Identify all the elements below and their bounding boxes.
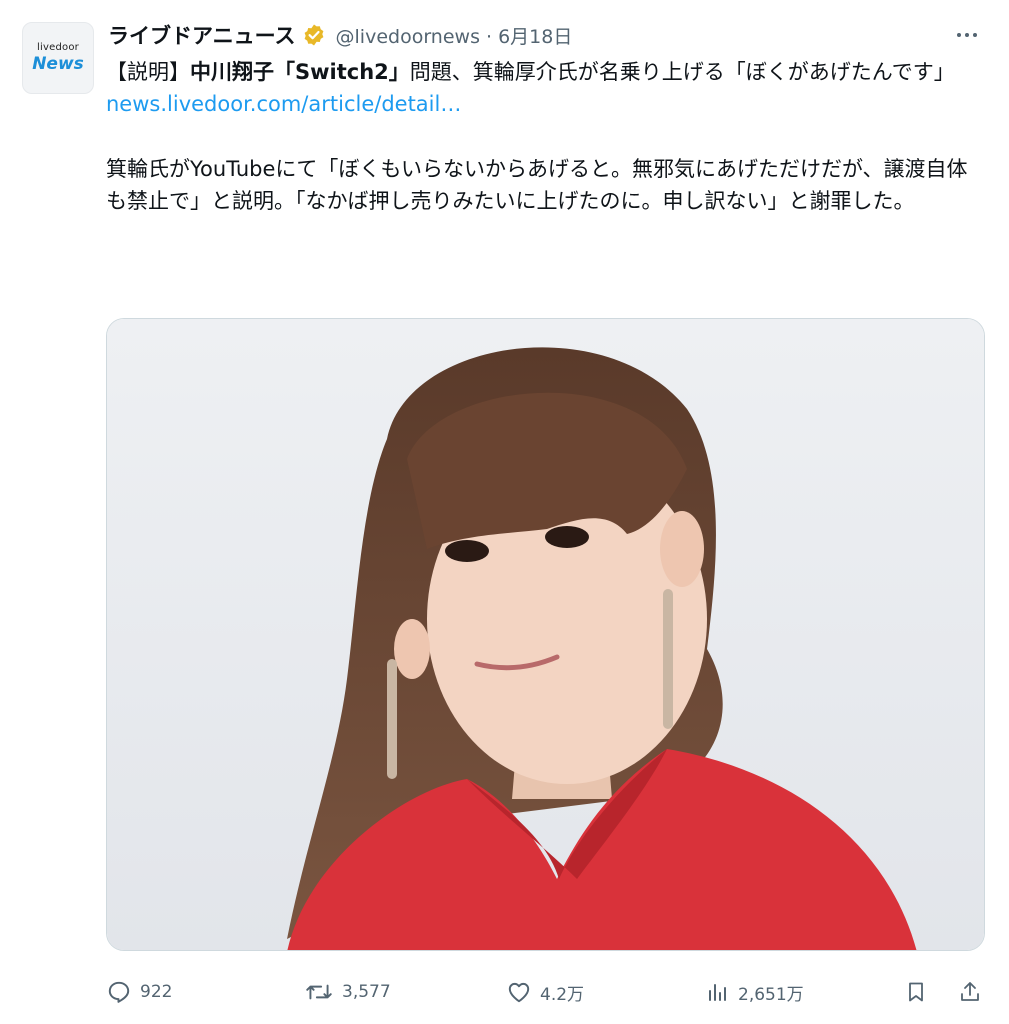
headline-rest: 問題、箕輪厚介氏が名乗り上げる「ぼくがあげたんです」 [409, 60, 955, 84]
retweet-button[interactable]: 3,577 [304, 972, 391, 1012]
bookmark-icon [904, 979, 928, 1005]
bookmark-button[interactable] [904, 972, 928, 1012]
share-button[interactable] [958, 972, 982, 1012]
avatar-text-news: News [32, 54, 84, 74]
retweet-count: 3,577 [342, 982, 391, 1002]
tweet-header: ライブドアニュース @livedoornews · 6月18日 [108, 18, 949, 52]
like-icon [506, 979, 532, 1005]
verified-badge-icon [302, 23, 326, 47]
more-icon[interactable] [951, 22, 983, 48]
headline-prefix: 【説明】 [106, 60, 190, 84]
like-button[interactable]: 4.2万 [506, 972, 584, 1012]
action-bar: 922 3,577 4.2万 2,651万 [106, 972, 986, 1012]
retweet-icon [304, 979, 334, 1005]
views-icon [706, 979, 730, 1005]
reply-button[interactable]: 922 [106, 972, 172, 1012]
display-name[interactable]: ライブドアニュース [108, 20, 296, 50]
handle-and-date[interactable]: @livedoornews · 6月18日 [336, 22, 573, 49]
avatar[interactable]: livedoor News [22, 22, 94, 94]
tweet-paragraph: 箕輪氏がYouTubeにて「ぼくもいらないからあげると。無邪気にあげただけだが、… [106, 157, 968, 213]
reply-icon [106, 979, 132, 1005]
views-button[interactable]: 2,651万 [706, 972, 804, 1012]
share-icon [958, 979, 982, 1005]
views-count: 2,651万 [738, 984, 804, 1005]
article-link[interactable]: news.livedoor.com/article/detail… [106, 92, 461, 116]
avatar-text-livedoor: livedoor [37, 42, 79, 53]
reply-count: 922 [140, 982, 173, 1002]
tweet-text: 【説明】中川翔子「Switch2」問題、箕輪厚介氏が名乗り上げる「ぼくがあげたん… [106, 56, 978, 217]
like-count: 4.2万 [540, 984, 585, 1005]
tweet-photo[interactable] [106, 318, 985, 951]
tweet-headline: 【説明】中川翔子「Switch2」問題、箕輪厚介氏が名乗り上げる「ぼくがあげたん… [106, 56, 978, 88]
headline-bold: 中川翔子「Switch2」 [190, 60, 410, 84]
